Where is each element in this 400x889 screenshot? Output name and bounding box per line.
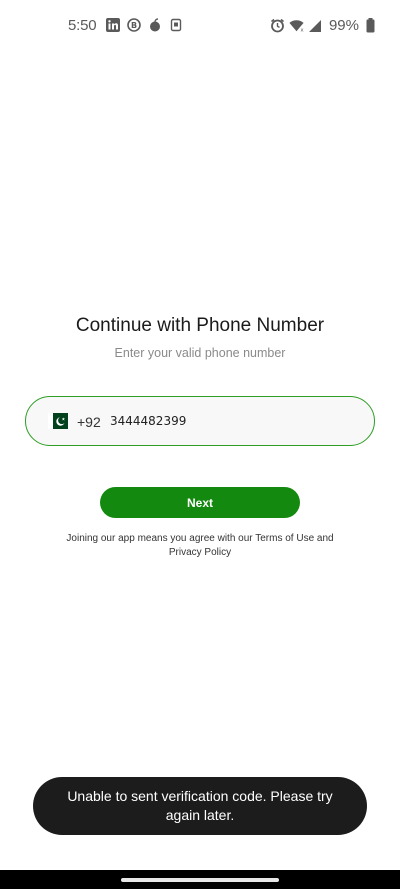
home-gesture-handle[interactable] <box>121 878 279 882</box>
page-title: Continue with Phone Number <box>75 315 325 336</box>
fruit-icon <box>147 17 162 32</box>
battery-icon <box>363 18 378 33</box>
error-toast: Unable to sent verification code. Please… <box>33 777 367 835</box>
wifi-icon: x <box>289 18 304 33</box>
signal-icon <box>308 18 323 33</box>
status-right-icons: x 99% <box>270 17 378 34</box>
notification-icon <box>168 17 183 32</box>
svg-text:B: B <box>130 21 136 30</box>
status-bar: 5:50 B x 99% <box>0 0 400 50</box>
alarm-icon <box>270 18 285 33</box>
pakistan-flag-icon[interactable] <box>48 413 68 429</box>
phone-number-input[interactable] <box>110 408 350 434</box>
phone-number-field[interactable]: +92 <box>25 396 375 446</box>
terms-line-1[interactable]: Joining our app means you agree with our… <box>40 532 360 546</box>
page-subtitle: Enter your valid phone number <box>114 346 286 360</box>
next-button[interactable]: Next <box>100 487 300 518</box>
bitcoin-icon: B <box>126 17 141 32</box>
country-code[interactable]: +92 <box>77 414 101 430</box>
battery-percent: 99% <box>328 17 359 34</box>
terms-text: Joining our app means you agree with our… <box>40 532 360 560</box>
privacy-policy-link[interactable]: Privacy Policy <box>40 546 360 560</box>
svg-text:x: x <box>300 27 303 33</box>
status-left-icons: B <box>105 17 183 32</box>
linkedin-icon <box>105 17 120 32</box>
navigation-bar <box>0 870 400 889</box>
status-time: 5:50 <box>68 17 97 34</box>
